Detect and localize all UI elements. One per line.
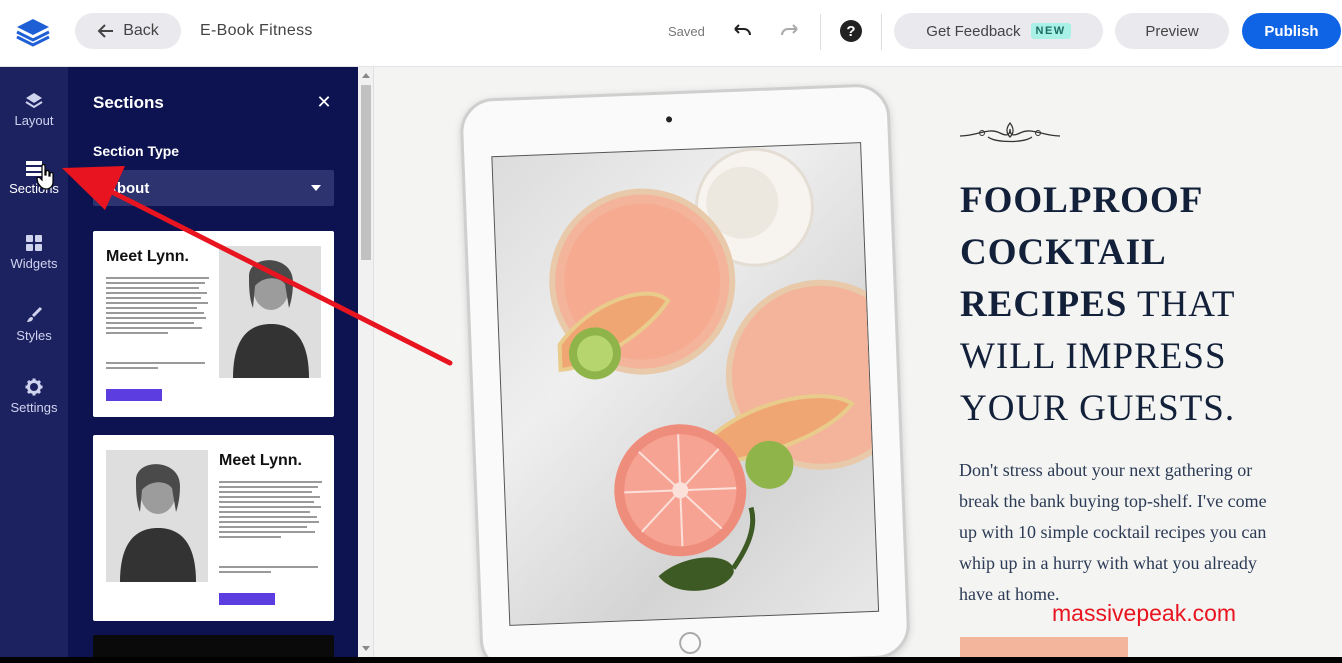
section-type-label: Section Type: [93, 143, 180, 159]
bottom-edge: [0, 657, 1342, 663]
brush-icon: [27, 306, 43, 322]
toolbar-divider: [820, 14, 821, 50]
thumbnail-text: [219, 566, 322, 573]
scroll-down-icon[interactable]: [362, 646, 370, 651]
nav-label: Settings: [10, 399, 58, 415]
nav-item-layout[interactable]: Layout: [0, 79, 68, 139]
left-navigation: Layout Sections Widgets Styles Settings: [0, 67, 68, 663]
thumbnail-photo: [106, 450, 208, 582]
preview-button[interactable]: Preview: [1115, 13, 1229, 49]
redo-icon[interactable]: [778, 20, 802, 44]
cocktail-photo: [491, 142, 880, 626]
hero-body-text[interactable]: Don't stress about your next gathering o…: [959, 455, 1289, 610]
get-feedback-label: Get Feedback: [926, 22, 1021, 40]
cocktail-illustration: [549, 147, 880, 591]
document-title[interactable]: E-Book Fitness: [200, 22, 313, 40]
thumbnail-photo: [219, 246, 321, 378]
new-badge: NEW: [1030, 23, 1071, 39]
sections-panel: Sections ✕ Section Type About Meet Lynn.: [68, 67, 358, 663]
top-toolbar: Back E-Book Fitness Saved ? Get Feedback…: [0, 0, 1342, 67]
chevron-down-icon: [311, 185, 321, 191]
thumbnail-button: [106, 389, 162, 401]
tablet-home-button: [678, 631, 702, 655]
panel-scrollbar[interactable]: [358, 67, 374, 657]
help-icon[interactable]: ?: [840, 20, 862, 42]
widgets-icon: [26, 234, 42, 251]
thumbnail-heading: Meet Lynn.: [106, 248, 189, 265]
save-status: Saved: [668, 24, 705, 39]
app-window: Back E-Book Fitness Saved ? Get Feedback…: [0, 0, 1342, 663]
section-type-select[interactable]: About: [93, 170, 334, 206]
portrait-image: [106, 450, 208, 582]
close-icon[interactable]: ✕: [316, 93, 332, 111]
nav-item-sections[interactable]: Sections: [0, 147, 68, 207]
portrait-image: [219, 246, 321, 378]
tablet-camera: [665, 116, 673, 123]
hand-cursor-icon: [36, 164, 54, 190]
get-feedback-button[interactable]: Get Feedback NEW: [894, 13, 1103, 49]
section-template-thumbnail[interactable]: Meet Lynn.: [93, 435, 334, 621]
thumbnail-text: [219, 481, 322, 538]
nav-label: Layout: [14, 112, 54, 128]
ornament-divider-icon: [959, 121, 1061, 143]
scroll-up-icon[interactable]: [362, 73, 370, 78]
download-button[interactable]: [960, 637, 1128, 657]
publish-button[interactable]: Publish: [1242, 13, 1341, 49]
app-logo-icon[interactable]: [15, 17, 51, 47]
toolbar-divider: [881, 14, 882, 50]
nav-item-settings[interactable]: Settings: [0, 366, 68, 426]
nav-item-styles[interactable]: Styles: [0, 294, 68, 354]
arrow-left-icon: [97, 24, 114, 38]
thumbnail-text: [106, 362, 209, 369]
section-template-thumbnail[interactable]: Meet Lynn.: [93, 231, 334, 417]
hero-heading[interactable]: FOOLPROOF COCKTAIL RECIPES THAT WILL IMP…: [960, 175, 1290, 435]
nav-label: Styles: [16, 327, 52, 343]
nav-label: Widgets: [10, 255, 58, 271]
panel-title: Sections: [93, 93, 164, 112]
undo-icon[interactable]: [730, 20, 754, 44]
back-label: Back: [123, 22, 159, 39]
tablet-mockup-image[interactable]: [459, 82, 911, 657]
scrollbar-thumb[interactable]: [361, 85, 371, 260]
page-canvas[interactable]: FOOLPROOF COCKTAIL RECIPES THAT WILL IMP…: [358, 67, 1342, 657]
gear-icon: [25, 378, 43, 395]
layers-icon: [25, 92, 43, 108]
nav-item-widgets[interactable]: Widgets: [0, 222, 68, 282]
back-button[interactable]: Back: [75, 13, 181, 49]
thumbnail-button: [219, 593, 275, 605]
watermark-text: massivepeak.com: [1052, 600, 1237, 626]
thumbnail-text: [106, 277, 209, 334]
section-type-value: About: [106, 179, 150, 197]
thumbnail-heading: Meet Lynn.: [219, 452, 302, 469]
